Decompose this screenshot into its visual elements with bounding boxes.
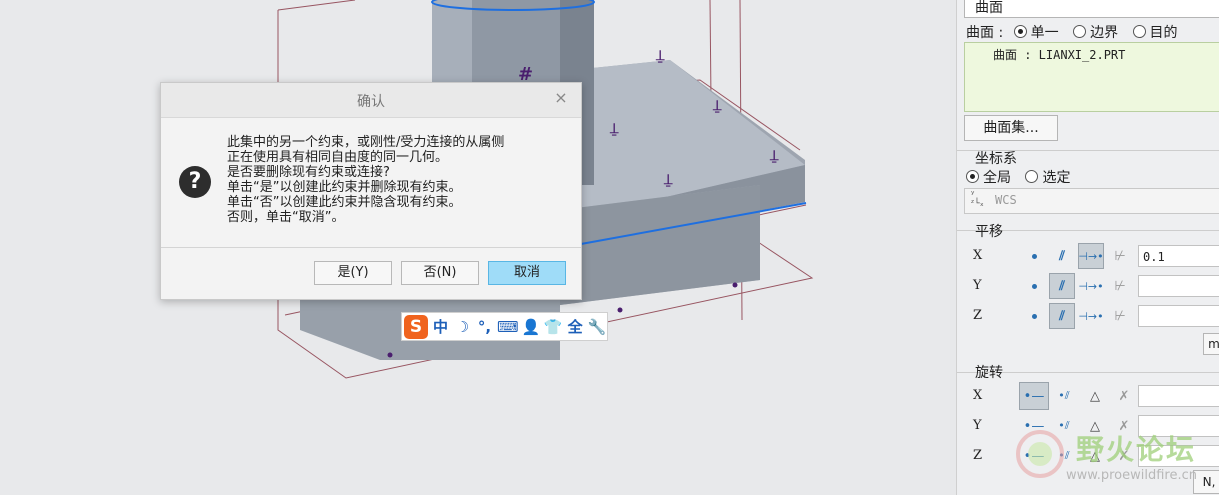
radio-target[interactable]: 目的 [1132,25,1178,41]
free-translate-icon[interactable]: ⫽ [1049,243,1075,269]
surface-mode-label: 曲面 : [966,25,1004,41]
list-item[interactable]: 曲面 : LIANXI_2.PRT [993,46,1125,63]
close-icon[interactable]: × [553,90,569,106]
axis-label: X [973,388,983,403]
svg-text:⍊: ⍊ [655,48,665,64]
message-line: 此集中的另一个约束，或刚性/受力连接的从属侧 [227,135,505,150]
axis-label: Z [973,308,983,323]
axes-icon: ʸ ᶻ└ₓ [971,190,984,209]
fixed-translate-icon[interactable]: ⊣→• [1078,303,1104,329]
rotate-free-icon[interactable]: •⫽ [1051,383,1077,409]
translate-x-input[interactable]: 0.1 [1138,245,1219,267]
disabled-translate-icon: ⊬ [1114,248,1126,264]
radio-dot-icon [1013,25,1027,38]
fullwidth-icon[interactable]: 全 [566,316,585,338]
chinese-mode-icon[interactable]: 中 [431,316,450,338]
dot-icon[interactable] [1021,273,1047,299]
dialog-message: 此集中的另一个约束，或刚性/受力连接的从属侧 正在使用具有相同自由度的同一几何。… [227,135,567,225]
surface-set-button[interactable]: 曲面集... [964,115,1058,141]
message-line: 否则，单击“取消”。 [227,210,345,225]
svg-text:⍊: ⍊ [769,148,779,164]
message-line: 单击“是”以创建此约束并删除现有约束。 [227,180,462,195]
sogou-logo-icon[interactable]: S [404,314,428,339]
dialog-title: 确认 [357,94,385,110]
forum-watermark: 野火论坛 www.proewildfire.cn [1010,420,1219,495]
radio-single[interactable]: 单一 [1013,25,1059,41]
user-icon[interactable]: 👤 [522,316,541,338]
radio-global[interactable]: 全局 [966,170,1011,186]
radio-dot-icon [966,170,979,183]
surface-dropdown[interactable]: 曲面 [964,0,1219,18]
svg-text:⍊: ⍊ [712,98,722,114]
confirm-dialog: 确认 × ? 此集中的另一个约束，或刚性/受力连接的从属侧 正在使用具有相同自由… [160,82,582,300]
ime-toolbar: S 中 ☽ °, ⌨ 👤 👕 全 🔧 [401,312,608,341]
message-line: 正在使用具有相同自由度的同一几何。 [227,150,449,165]
radio-label: 单一 [1030,25,1059,41]
radio-label: 全局 [983,170,1011,186]
rotate-fixed-icon[interactable]: •— [1019,382,1049,410]
radio-label: 选定 [1042,170,1071,186]
free-translate-icon[interactable]: ⫽ [1049,273,1075,299]
dot-icon[interactable] [1021,303,1047,329]
dot-icon[interactable] [1021,243,1047,269]
skin-shirt-icon[interactable]: 👕 [544,316,563,338]
translate-z-input[interactable] [1138,305,1219,327]
message-line: 单击“否”以创建此约束并隐含现有约束。 [227,195,462,210]
cancel-button[interactable]: 取消 [488,261,566,285]
rotate-angle-icon[interactable]: △ [1082,383,1108,409]
fixed-translate-icon[interactable]: ⊣→• [1078,273,1104,299]
svg-text:⍊: ⍊ [609,121,619,137]
fixed-translate-icon[interactable]: ⊣→• [1078,243,1104,269]
punctuation-icon[interactable]: °, [475,316,494,338]
svg-text:⍊: ⍊ [663,172,673,188]
dialog-divider [161,247,581,248]
coord-mode-row: 全局 选定 [966,167,1070,187]
dialog-title-bar[interactable]: 确认 × [161,83,581,118]
yes-button[interactable]: 是(Y) [314,261,392,285]
radio-dot-icon [1132,25,1146,38]
rotate-disabled-icon: ✗ [1118,388,1130,404]
radio-label: 目的 [1149,25,1178,41]
translate-section-title: 平移 [975,224,1003,240]
disabled-translate-icon: ⊬ [1114,278,1126,294]
coord-system-field[interactable]: ʸ ᶻ└ₓ WCS [964,188,1219,214]
radio-dot-icon [1025,170,1039,183]
surface-mode-row: 曲面 : 单一 边界 目的 [966,22,1178,42]
translate-y-input[interactable] [1138,275,1219,297]
radio-boundary[interactable]: 边界 [1073,25,1118,41]
radio-dot-icon [1073,25,1087,38]
rotate-section-title: 旋转 [975,365,1003,381]
free-translate-icon[interactable]: ⫽ [1049,303,1075,329]
axis-label: X [973,248,983,263]
more-button[interactable]: m [1203,333,1219,355]
rotate-x-input[interactable] [1138,385,1219,407]
axis-label: Y [973,278,982,293]
radio-label: 边界 [1090,25,1119,41]
wrench-icon[interactable]: 🔧 [588,316,607,338]
watermark-url: www.proewildfire.cn [1066,468,1197,483]
watermark-title: 野火论坛 [1076,433,1197,466]
radio-selected[interactable]: 选定 [1025,170,1070,186]
surface-list[interactable]: 曲面 : LIANXI_2.PRT [964,42,1219,112]
axis-label: Y [973,418,982,433]
question-icon: ? [179,166,211,198]
coord-value: WCS [995,193,1017,207]
moon-icon[interactable]: ☽ [453,316,472,338]
coord-section-title: 坐标系 [975,151,1017,167]
no-button[interactable]: 否(N) [401,261,479,285]
axis-label: Z [973,448,983,463]
message-line: 是否要删除现有约束或连接? [227,165,390,180]
disabled-translate-icon: ⊬ [1114,308,1126,324]
keyboard-icon[interactable]: ⌨ [497,316,519,338]
